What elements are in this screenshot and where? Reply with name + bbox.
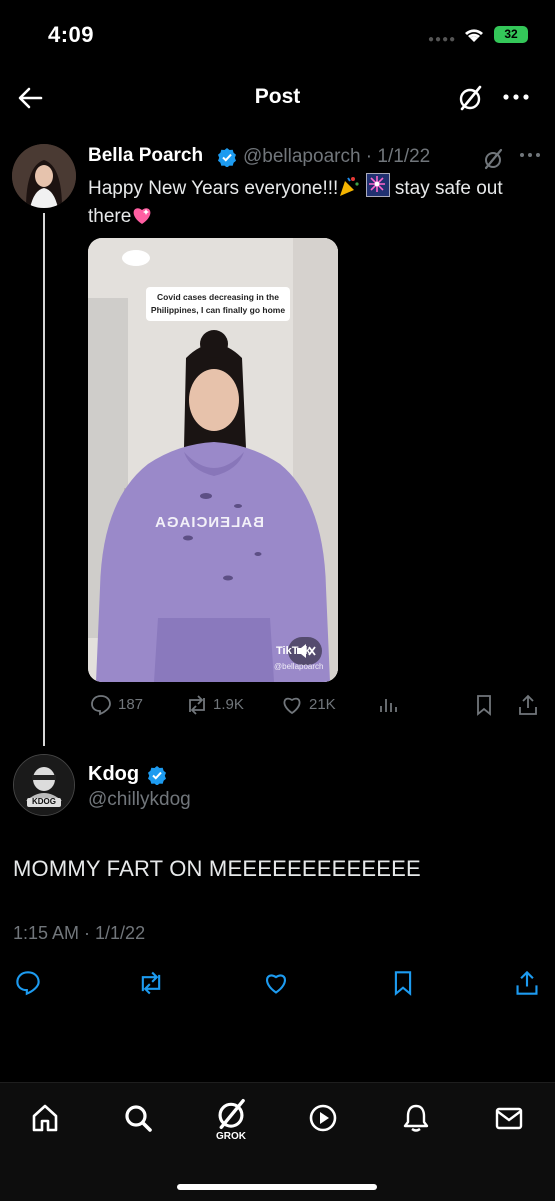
verified-badge-icon — [217, 147, 237, 167]
more-options-icon[interactable] — [502, 87, 530, 107]
avatar-logo-text: KDOG — [32, 797, 56, 806]
status-time: 4:09 — [48, 22, 95, 47]
verified-badge-icon — [147, 765, 167, 785]
avatar[interactable]: KDOG — [13, 754, 75, 816]
grok-icon[interactable] — [482, 148, 504, 170]
sparkling-heart-icon — [131, 205, 153, 225]
heart-icon — [266, 974, 286, 994]
heart-icon — [283, 697, 301, 715]
wifi-icon — [462, 24, 486, 44]
post-text: MOMMY FART ON MEEEEEEEEEEEEE — [13, 856, 421, 881]
quoted-handle-date[interactable]: @bellapoarch · 1/1/22 — [243, 146, 430, 168]
author-handle[interactable]: @chillykdog — [88, 789, 191, 811]
post-video-thumbnail[interactable]: BALENCIAGA Covid cases decreasing in the… — [88, 238, 338, 682]
quoted-post-text: Happy New Years everyone!!! stay safe ou… — [88, 173, 528, 231]
bookmark-icon — [394, 971, 412, 996]
reply-count: 187 — [118, 696, 144, 713]
post-text-part1: Happy New Years everyone!!! — [88, 178, 339, 199]
search-icon[interactable] — [123, 1103, 153, 1133]
reply-icon — [16, 971, 40, 996]
home-indicator — [177, 1184, 377, 1190]
author-name[interactable]: Kdog — [88, 763, 139, 786]
share-button[interactable] — [514, 970, 540, 996]
video-play-icon[interactable] — [308, 1103, 338, 1133]
repost-count: 1.9K — [213, 696, 244, 713]
video-caption: Covid cases decreasing in the Philippine… — [146, 287, 290, 321]
share-icon — [519, 694, 537, 715]
grok-tab-icon[interactable] — [214, 1097, 248, 1131]
avatar[interactable] — [12, 144, 76, 208]
tiktok-watermark: TikTok — [276, 645, 311, 657]
mail-icon[interactable] — [494, 1103, 524, 1133]
party-popper-icon — [338, 175, 360, 197]
grok-tab-label: GROK — [216, 1131, 246, 1142]
thread-connector-line — [43, 213, 45, 746]
more-options-icon[interactable] — [519, 147, 541, 163]
reply-button[interactable] — [15, 970, 41, 996]
bell-icon[interactable] — [402, 1103, 430, 1133]
battery-indicator: 32 — [494, 26, 528, 43]
analytics-icon — [380, 699, 397, 712]
tiktok-handle: @bellapoarch — [274, 662, 324, 671]
home-icon[interactable] — [30, 1103, 60, 1133]
reply-icon — [91, 695, 111, 716]
repost-icon — [141, 971, 161, 995]
hoodie-print: BALENCIAGA — [154, 514, 264, 531]
bookmark-icon — [477, 695, 491, 716]
share-icon — [516, 970, 538, 995]
post-timestamp: 1:15 AM · 1/1/22 — [13, 923, 146, 943]
repost-icon — [189, 695, 205, 715]
bookmark-button[interactable] — [390, 970, 416, 996]
like-count: 21K — [309, 696, 336, 713]
fireworks-icon — [365, 173, 390, 197]
like-button[interactable] — [263, 970, 289, 996]
repost-button[interactable] — [137, 970, 165, 996]
quoted-author-name[interactable]: Bella Poarch — [88, 145, 203, 167]
cellular-signal-icon: ●●●● — [428, 34, 457, 45]
bottom-tab-bar: GROK — [0, 1082, 555, 1201]
grok-icon[interactable] — [456, 84, 484, 112]
